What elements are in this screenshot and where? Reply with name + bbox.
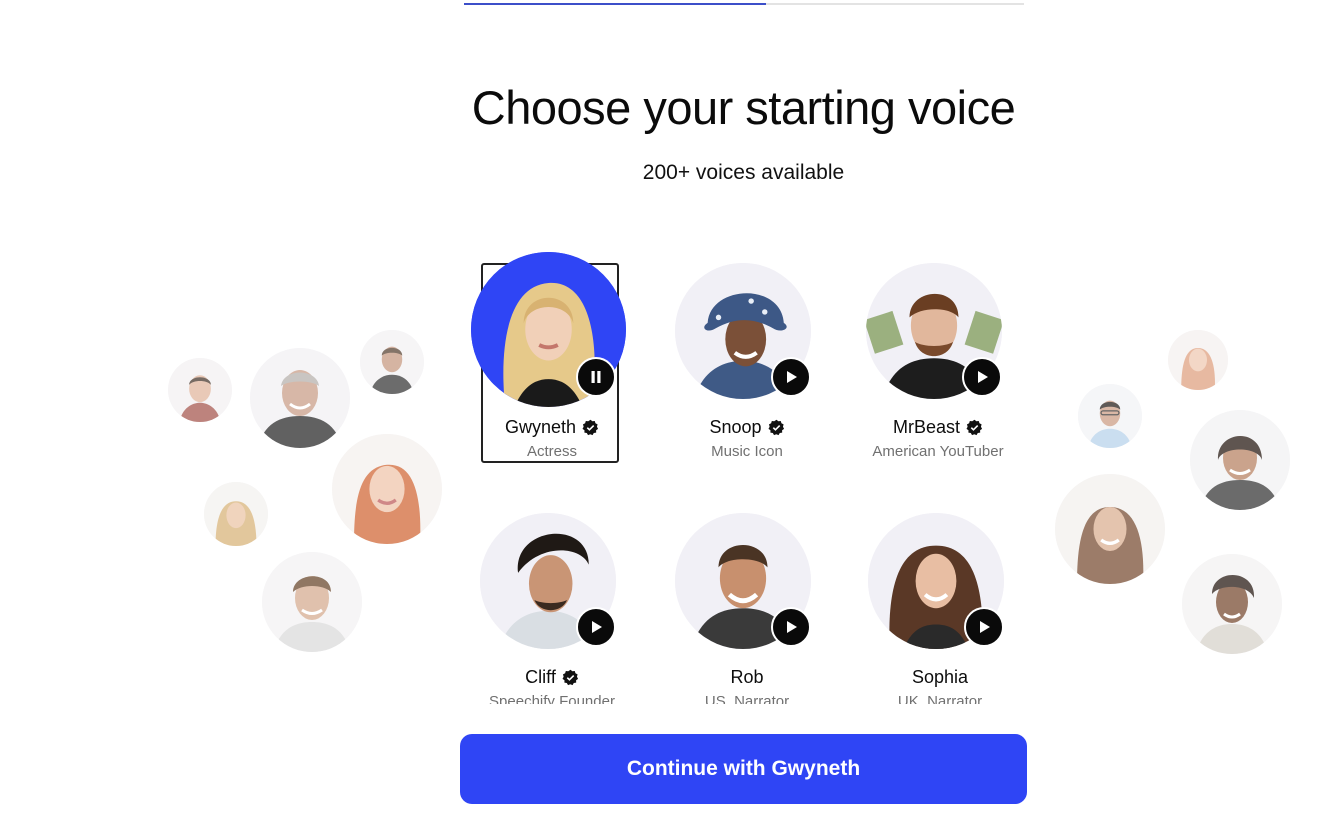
play-button[interactable]	[576, 607, 616, 647]
play-button[interactable]	[771, 607, 811, 647]
voice-name: Sophia	[911, 667, 969, 687]
voice-name: Cliff	[525, 667, 556, 687]
voice-name-row: Cliff	[473, 667, 631, 688]
voice-card-sophia[interactable]: Sophia UK Narrator	[868, 513, 1009, 704]
voice-name-row: Gwyneth	[473, 417, 631, 438]
voice-card-cliff[interactable]: Cliff Speechify Founder	[480, 513, 621, 704]
play-icon	[980, 621, 990, 633]
verified-badge-icon	[768, 419, 784, 436]
play-icon	[978, 371, 988, 383]
voice-card-mrbeast[interactable]: MrBeast American YouTuber	[866, 263, 1007, 465]
voice-name-row: MrBeast	[859, 417, 1017, 438]
verified-badge-icon	[562, 669, 578, 686]
verified-badge-icon	[966, 419, 983, 436]
voice-name: Gwyneth	[504, 417, 577, 437]
voice-card-snoop[interactable]: Snoop Music Icon	[675, 263, 816, 465]
voice-name: Snoop	[709, 417, 762, 437]
play-icon	[787, 621, 797, 633]
play-button[interactable]	[771, 357, 811, 397]
voice-name-row: Sophia	[861, 667, 1019, 688]
play-button[interactable]	[964, 607, 1004, 647]
pause-button[interactable]	[576, 357, 616, 397]
voice-name: Rob	[730, 667, 764, 687]
voice-grid: Gwyneth Actress Snoop Music Icon MrBeast…	[0, 0, 1341, 704]
voice-role: Speechify Founder	[489, 693, 615, 704]
continue-button[interactable]: Continue with Gwyneth	[460, 734, 1027, 804]
voice-name-row: Rob	[668, 667, 826, 688]
voice-name: MrBeast	[892, 417, 961, 437]
voice-name-row: Snoop	[668, 417, 826, 438]
play-icon	[787, 371, 797, 383]
play-button[interactable]	[962, 357, 1002, 397]
voice-role: Actress	[526, 443, 577, 460]
voice-card-rob[interactable]: Rob US Narrator	[675, 513, 816, 704]
voice-role: UK Narrator	[897, 693, 983, 704]
voice-role: American YouTuber	[872, 443, 1004, 460]
pause-icon	[591, 371, 601, 383]
voice-card-gwyneth[interactable]: Gwyneth Actress	[471, 252, 626, 463]
voice-role: Music Icon	[711, 443, 783, 460]
play-icon	[592, 621, 602, 633]
verified-badge-icon	[582, 419, 599, 436]
voice-role: US Narrator	[704, 693, 790, 704]
